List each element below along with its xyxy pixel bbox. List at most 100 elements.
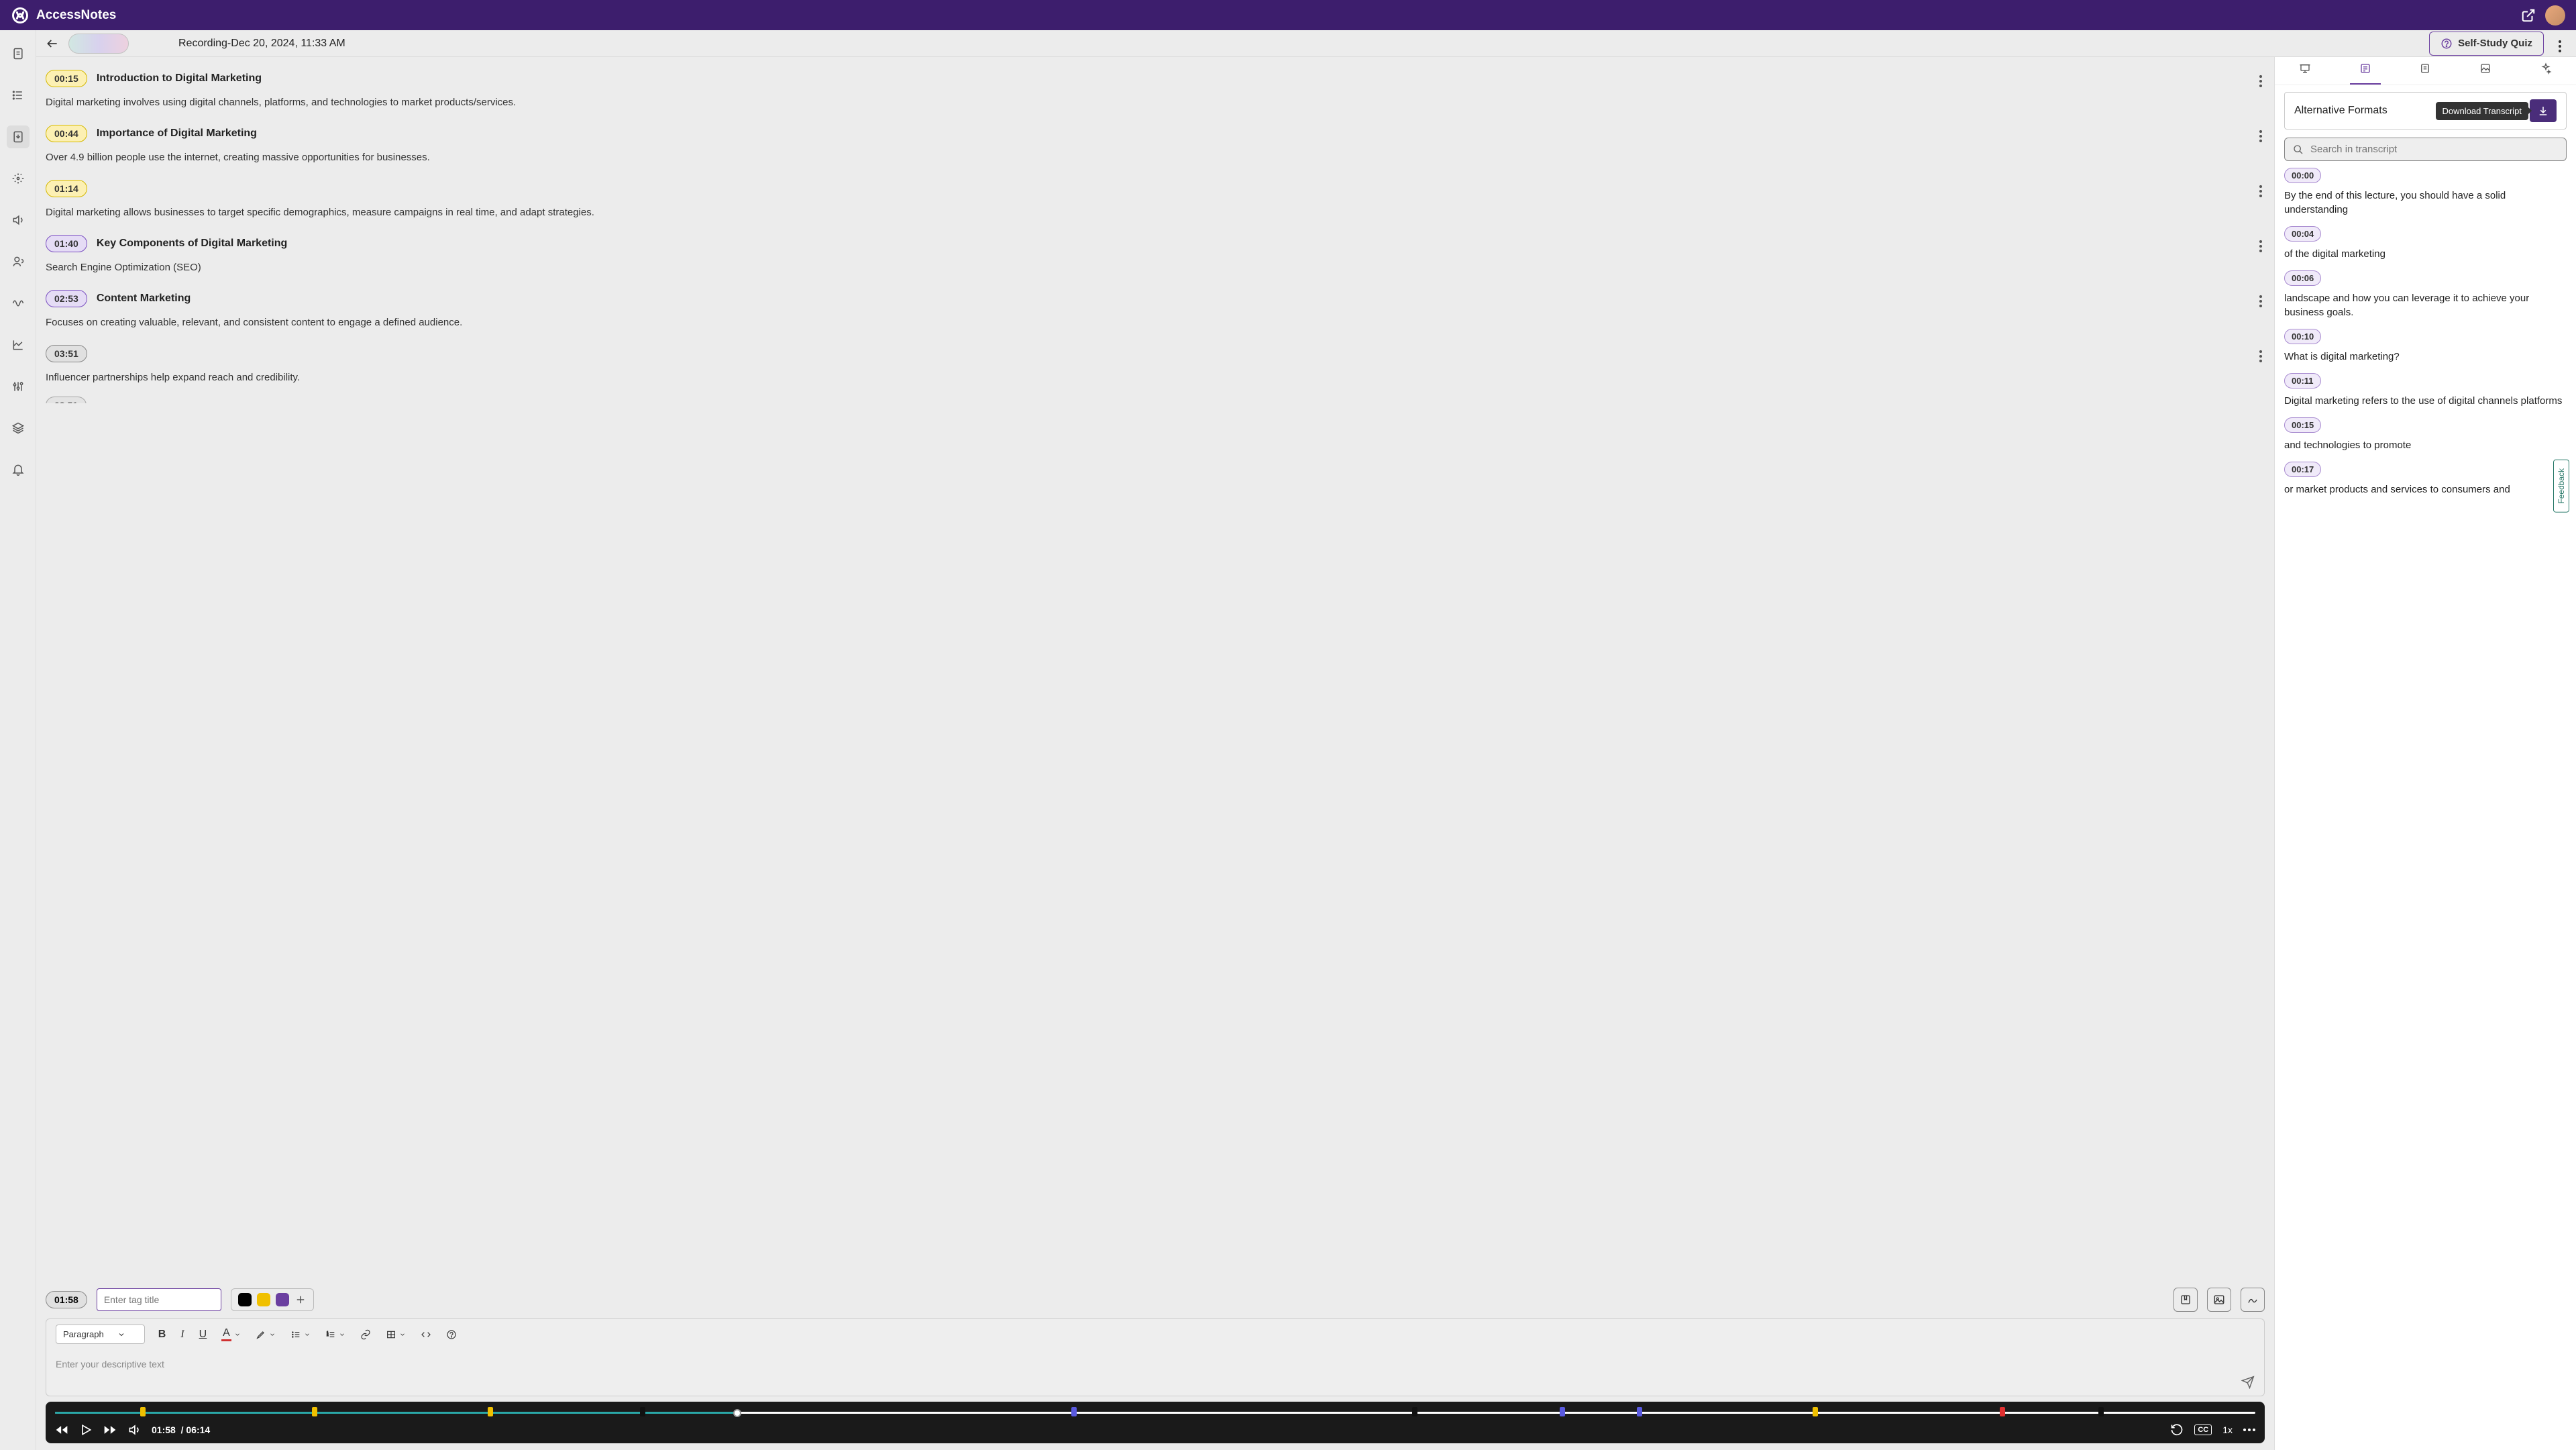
note-title: Key Components of Digital Marketing	[97, 238, 287, 250]
draw-button[interactable]	[2241, 1288, 2265, 1312]
transcript-timestamp[interactable]: 00:10	[2284, 329, 2321, 344]
timeline-marker[interactable]	[640, 1407, 645, 1416]
download-transcript-button[interactable]	[2530, 99, 2557, 122]
note-body-placeholder: Enter your descriptive text	[56, 1359, 164, 1369]
sidebar-item-audio[interactable]	[7, 209, 30, 231]
timeline-marker[interactable]	[1560, 1407, 1565, 1416]
send-button[interactable]	[2241, 1376, 2255, 1389]
sidebar-item-list[interactable]	[7, 84, 30, 107]
bullet-list-button[interactable]	[289, 1328, 312, 1341]
undo-button[interactable]	[2170, 1423, 2184, 1437]
timeline-marker[interactable]	[1071, 1407, 1077, 1416]
transcript-timestamp[interactable]: 00:00	[2284, 168, 2321, 183]
color-yellow-swatch[interactable]	[257, 1293, 270, 1306]
tab-transcript[interactable]	[2350, 57, 2381, 85]
timeline-marker[interactable]	[1813, 1407, 1818, 1416]
timeline-marker[interactable]	[140, 1407, 146, 1416]
rewind-button[interactable]	[55, 1423, 68, 1437]
timeline-marker[interactable]	[488, 1407, 493, 1416]
note-timestamp[interactable]: 03.51	[46, 397, 87, 403]
timeline-marker[interactable]	[2098, 1407, 2104, 1416]
sidebar-item-chart[interactable]	[7, 333, 30, 356]
note-body-input[interactable]: Enter your descriptive text	[46, 1349, 2265, 1396]
note-more-button[interactable]	[2257, 287, 2265, 310]
play-button[interactable]	[79, 1423, 93, 1437]
link-button[interactable]	[359, 1328, 372, 1341]
transcript-timestamp[interactable]: 00:06	[2284, 270, 2321, 286]
timeline-marker[interactable]	[312, 1407, 317, 1416]
volume-button[interactable]	[127, 1423, 141, 1437]
underline-button[interactable]: U	[198, 1327, 209, 1342]
tab-image[interactable]	[2470, 57, 2501, 85]
sidebar-item-sliders[interactable]	[7, 375, 30, 398]
transcript-search[interactable]	[2284, 138, 2567, 161]
highlight-button[interactable]	[254, 1328, 277, 1341]
transcript-search-input[interactable]	[2310, 144, 2558, 155]
note-timestamp[interactable]: 00:44	[46, 125, 87, 142]
paragraph-select[interactable]: Paragraph	[56, 1325, 145, 1344]
note-timestamp[interactable]: 02:53	[46, 290, 87, 307]
sidebar-item-person[interactable]	[7, 250, 30, 273]
note-body: Focuses on creating valuable, relevant, …	[46, 317, 2265, 328]
note-timestamp[interactable]: 01:40	[46, 235, 87, 252]
sidebar-item-wave[interactable]	[7, 292, 30, 315]
editor-timestamp[interactable]: 01:58	[46, 1291, 87, 1308]
code-button[interactable]	[419, 1328, 433, 1341]
italic-button[interactable]: I	[179, 1327, 185, 1342]
sidebar-item-doc[interactable]	[7, 42, 30, 65]
timeline-marker[interactable]	[1637, 1407, 1642, 1416]
table-button[interactable]	[384, 1328, 407, 1341]
feedback-tab[interactable]: Feedback	[2553, 460, 2569, 513]
timeline-handle[interactable]	[733, 1409, 741, 1417]
cc-button[interactable]: CC	[2194, 1425, 2212, 1435]
text-color-button[interactable]: A	[220, 1326, 242, 1343]
note-timestamp[interactable]: 03:51	[46, 345, 87, 362]
note-more-button[interactable]	[2257, 342, 2265, 365]
sidebar-item-bell[interactable]	[7, 458, 30, 481]
color-purple-swatch[interactable]	[276, 1293, 289, 1306]
tab-ai[interactable]	[2530, 57, 2561, 85]
note-timestamp[interactable]: 00:15	[46, 70, 87, 87]
timeline[interactable]	[55, 1407, 2255, 1418]
waveform-pill[interactable]	[68, 34, 129, 54]
timeline-marker[interactable]	[1412, 1407, 1417, 1416]
note-more-button[interactable]	[2257, 231, 2265, 255]
forward-button[interactable]	[103, 1423, 117, 1437]
tag-title-input[interactable]	[97, 1288, 221, 1311]
note-body: Over 4.9 billion people use the internet…	[46, 152, 2265, 163]
sidebar-item-star[interactable]	[7, 167, 30, 190]
player-time: 01:58 / 06:14	[152, 1425, 210, 1435]
external-link-icon[interactable]	[2521, 8, 2536, 23]
alternative-formats-row: Alternative Formats Download Transcript	[2284, 92, 2567, 130]
transcript-timestamp[interactable]: 00:04	[2284, 226, 2321, 242]
note-more-button[interactable]	[2257, 121, 2265, 145]
topbar-more-button[interactable]	[2553, 29, 2567, 58]
sidebar-item-download[interactable]	[7, 125, 30, 148]
help-button[interactable]	[445, 1328, 458, 1341]
transcript-timestamp[interactable]: 00:17	[2284, 462, 2321, 477]
self-study-quiz-button[interactable]: Self-Study Quiz	[2429, 32, 2544, 56]
avatar[interactable]	[2545, 5, 2565, 25]
tab-outline[interactable]	[2410, 57, 2440, 85]
transcript-text: landscape and how you can leverage it to…	[2284, 291, 2567, 319]
note-timestamp[interactable]: 01:14	[46, 180, 87, 197]
back-button[interactable]	[46, 37, 59, 50]
number-list-button[interactable]: 12	[324, 1328, 347, 1341]
timeline-marker[interactable]	[2000, 1407, 2005, 1416]
note-more-button[interactable]	[2257, 176, 2265, 200]
tab-presentation[interactable]	[2290, 57, 2320, 85]
transcript-timestamp[interactable]: 00:15	[2284, 417, 2321, 433]
transcript-timestamp[interactable]: 00:11	[2284, 373, 2321, 389]
add-color-icon[interactable]	[294, 1294, 307, 1306]
sidebar-item-layers[interactable]	[7, 417, 30, 439]
bold-button[interactable]: B	[157, 1327, 168, 1342]
player-more-button[interactable]	[2243, 1429, 2255, 1431]
color-black-swatch[interactable]	[238, 1293, 252, 1306]
speed-button[interactable]: 1x	[2222, 1425, 2233, 1435]
note-more-button[interactable]	[2257, 66, 2265, 90]
image-button[interactable]	[2207, 1288, 2231, 1312]
note-block: 00:44Importance of Digital MarketingOver…	[46, 121, 2265, 163]
transcript-text: of the digital marketing	[2284, 247, 2567, 261]
svg-text:2: 2	[327, 1333, 329, 1337]
bookmark-button[interactable]	[2174, 1288, 2198, 1312]
